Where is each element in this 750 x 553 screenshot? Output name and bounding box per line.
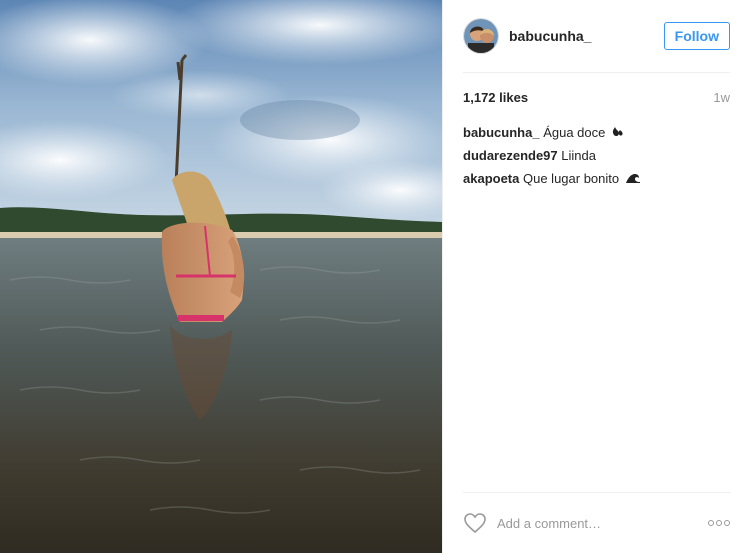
username-link[interactable]: babucunha_: [509, 28, 664, 44]
dot-icon: [716, 520, 722, 526]
post-photo[interactable]: [0, 0, 442, 553]
comment-list: babucunha_ Água doce dudarezende97 Liind…: [463, 125, 730, 194]
follow-button[interactable]: Follow: [663, 22, 730, 50]
list-item: babucunha_ Água doce: [463, 125, 730, 141]
comment-text: Que lugar bonito: [523, 171, 620, 186]
avatar-image: [464, 19, 498, 53]
comment-bar: [463, 492, 730, 553]
comment-text: Liinda: [561, 148, 596, 163]
dot-icon: [724, 520, 730, 526]
comment-input[interactable]: [495, 512, 708, 534]
list-item: akapoeta Que lugar bonito: [463, 171, 730, 187]
beach-photo-image: [0, 0, 442, 553]
likes-count[interactable]: 1,172 likes: [463, 90, 528, 105]
list-item: dudarezende97 Liinda: [463, 148, 730, 164]
avatar[interactable]: [463, 18, 499, 54]
comment-text: Água doce: [543, 125, 606, 140]
post-header: babucunha_ Follow: [463, 0, 730, 73]
water-drop-emoji-icon: [612, 127, 623, 137]
more-options-icon[interactable]: [708, 518, 730, 528]
post-side-panel: babucunha_ Follow 1,172 likes 1w babucun…: [442, 0, 750, 553]
wave-emoji-icon: [625, 174, 640, 183]
heart-icon[interactable]: [463, 512, 487, 534]
instagram-post: babucunha_ Follow 1,172 likes 1w babucun…: [0, 0, 750, 553]
comment-username[interactable]: dudarezende97: [463, 148, 558, 163]
comment-username[interactable]: babucunha_: [463, 125, 540, 140]
post-meta: 1,172 likes 1w: [463, 90, 730, 105]
dot-icon: [708, 520, 714, 526]
comment-username[interactable]: akapoeta: [463, 171, 519, 186]
post-time[interactable]: 1w: [713, 90, 730, 105]
